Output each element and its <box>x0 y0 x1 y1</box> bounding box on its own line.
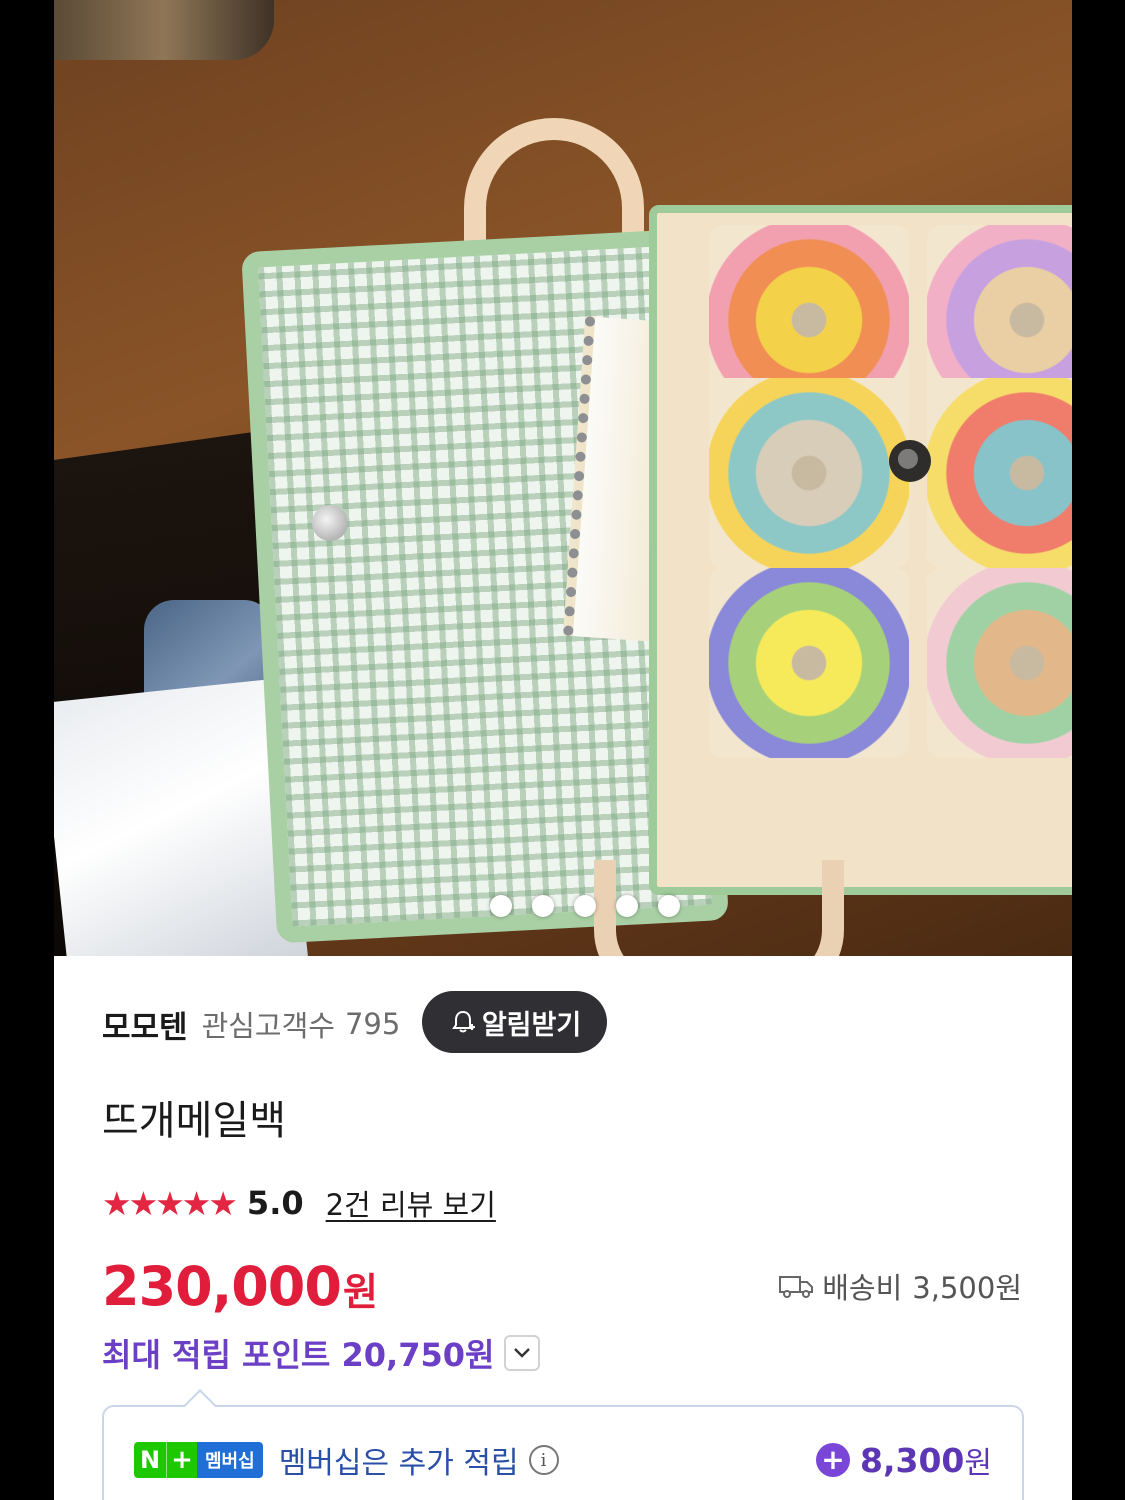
review-link[interactable]: 2건 리뷰 보기 <box>326 1182 496 1224</box>
product-image[interactable] <box>54 0 1072 956</box>
plus-circle-icon: + <box>816 1443 850 1477</box>
membership-amount: + 8,300 원 <box>816 1438 992 1482</box>
rating-score: 5.0 <box>246 1184 304 1222</box>
price-value: 230,000 <box>102 1255 342 1318</box>
chevron-down-icon[interactable] <box>504 1335 541 1371</box>
carousel-dot[interactable] <box>490 895 512 917</box>
star-rating-icon: ★★★★★ <box>102 1183 238 1223</box>
membership-row: N + 멤버십 멤버십은 추가 적립 i + 8,300 원 <box>134 1437 992 1483</box>
shipping-label: 배송비 <box>822 1271 903 1305</box>
follower-count: 795 <box>344 1007 401 1041</box>
membership-amount-value: 8,300 <box>860 1440 965 1480</box>
badge-label: 멤버십 <box>197 1442 263 1478</box>
follower-label: 관심고객수 <box>201 1009 335 1043</box>
carousel-dot[interactable] <box>658 895 680 917</box>
truck-icon <box>779 1276 814 1298</box>
badge-n: N <box>134 1442 166 1478</box>
photo-granny-square <box>709 378 909 568</box>
carousel-dot[interactable] <box>574 895 596 917</box>
photo-background-cup <box>54 0 274 60</box>
photo-magnetic-snap <box>889 440 931 482</box>
carousel-dot[interactable] <box>532 895 554 917</box>
product-title: 뜨개메일백 <box>102 1098 286 1144</box>
membership-text: 멤버십은 추가 적립 <box>278 1446 519 1481</box>
info-icon[interactable]: i <box>528 1445 559 1475</box>
notify-button-label: 알림받기 <box>481 1009 582 1041</box>
seller-name[interactable]: 모모텐 <box>102 1002 188 1047</box>
photo-granny-square <box>927 378 1072 568</box>
price-unit: 원 <box>342 1270 378 1314</box>
naver-plus-membership-badge: N + 멤버십 <box>134 1442 263 1478</box>
max-points-text: 최대 적립 포인트 20,750원 <box>102 1336 495 1374</box>
photo-crochet-flap <box>649 205 1072 895</box>
price: 230,000 원 <box>102 1255 378 1318</box>
photo-granny-square <box>927 568 1072 758</box>
bell-plus-icon <box>451 1010 475 1033</box>
seller-row: 모모텐 관심고객수 795 <box>102 994 400 1054</box>
product-page: 모모텐 관심고객수 795 알림받기 뜨개메일백 ★★★★★ 5.0 2건 리뷰… <box>54 0 1072 1500</box>
photo-snap-button <box>312 505 348 541</box>
rating-row: ★★★★★ 5.0 2건 리뷰 보기 <box>102 1178 496 1228</box>
shipping-fee: 배송비 3,500원 <box>778 1265 1022 1307</box>
notify-button[interactable]: 알림받기 <box>422 991 607 1053</box>
shipping-value: 3,500원 <box>912 1271 1022 1305</box>
badge-plus: + <box>166 1442 197 1478</box>
carousel-indicator <box>490 895 680 917</box>
membership-box: N + 멤버십 멤버십은 추가 적립 i + 8,300 원 <box>102 1405 1024 1500</box>
membership-amount-unit: 원 <box>964 1446 992 1481</box>
photo-granny-square <box>709 568 909 758</box>
points-row[interactable]: 최대 적립 포인트 20,750원 <box>102 1330 541 1376</box>
carousel-dot[interactable] <box>616 895 638 917</box>
